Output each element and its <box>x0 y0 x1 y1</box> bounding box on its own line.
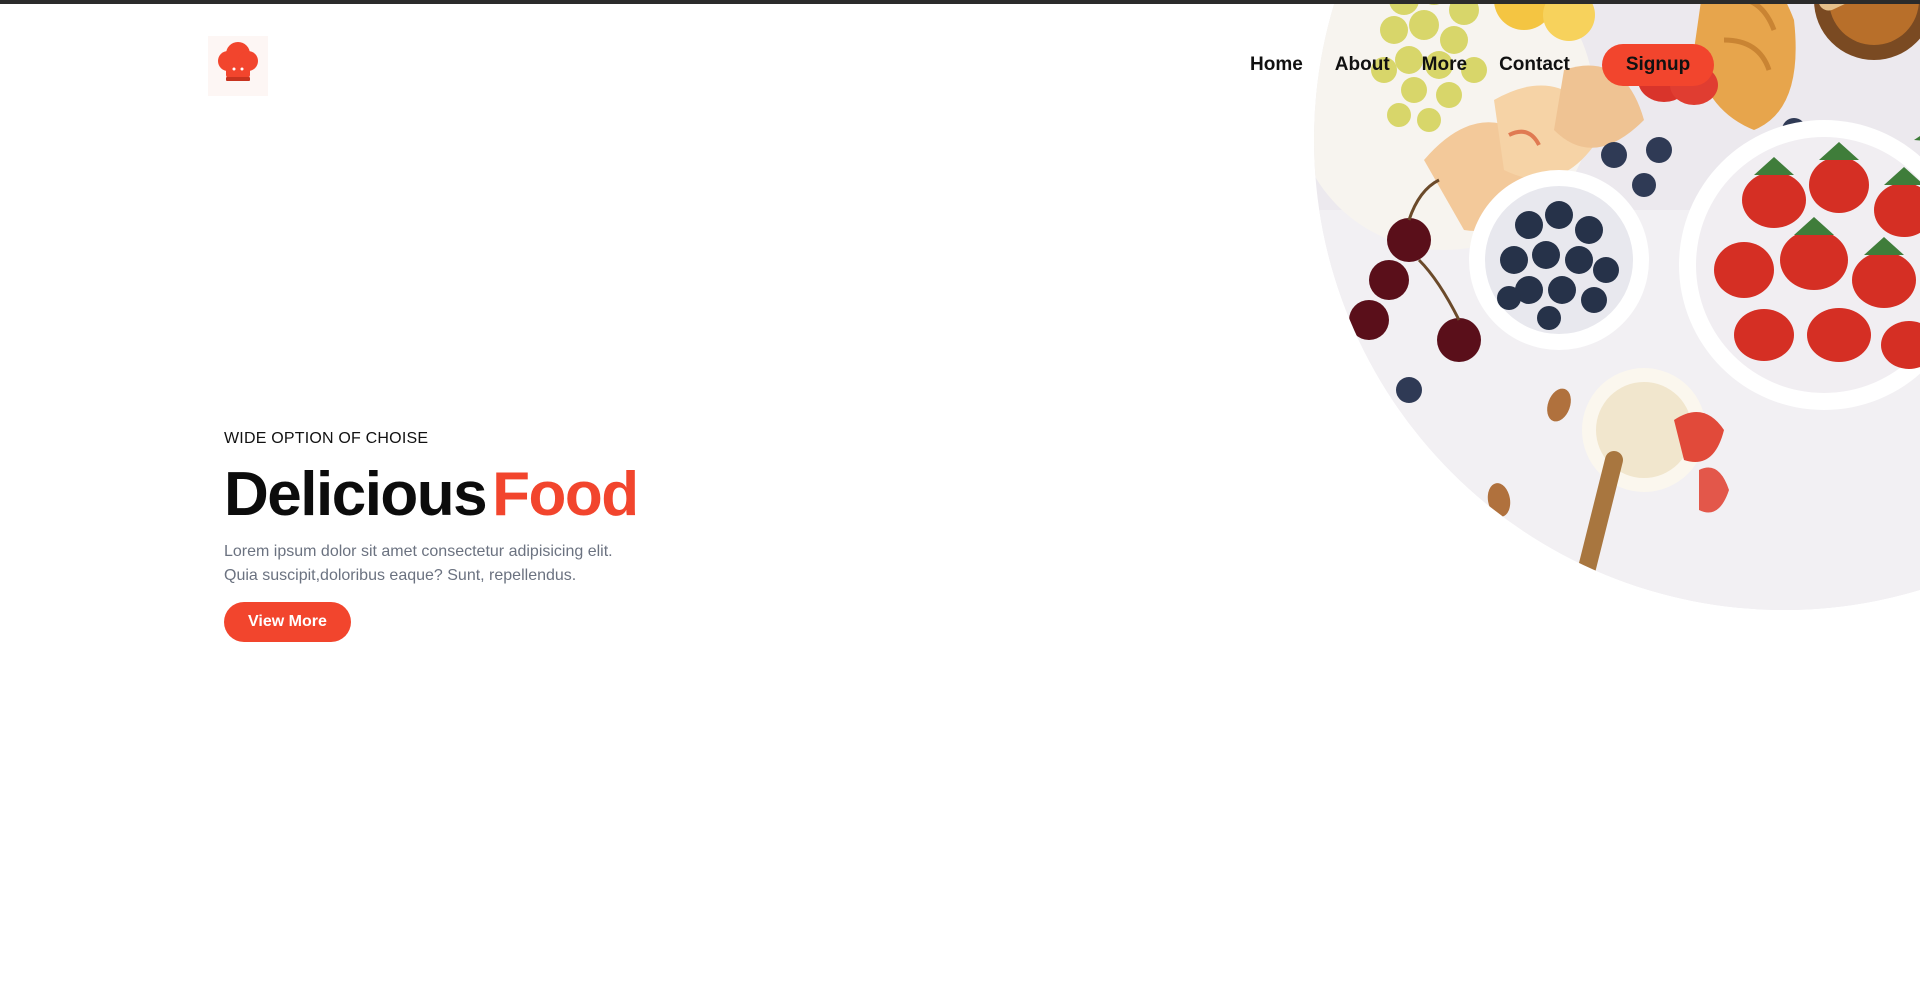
view-more-button[interactable]: View More <box>224 602 351 642</box>
chef-hat-icon[interactable] <box>208 36 268 96</box>
hero-title-part2: Food <box>492 460 639 529</box>
nav-more[interactable]: More <box>1422 54 1467 76</box>
landing-page: Home About More Contact Signup WIDE OPTI… <box>0 0 1920 996</box>
nav-about[interactable]: About <box>1335 54 1390 76</box>
hero-eyebrow: WIDE OPTION OF CHOISE <box>224 430 429 447</box>
nav-home[interactable]: Home <box>1250 54 1303 76</box>
signup-button[interactable]: Signup <box>1601 44 1715 86</box>
hero-section: WIDE OPTION OF CHOISE DeliciousFood Lore… <box>224 430 644 642</box>
hero-description: Lorem ipsum dolor sit amet consectetur a… <box>224 543 613 584</box>
nav-contact[interactable]: Contact <box>1499 54 1570 76</box>
hero-title: DeliciousFood <box>224 460 644 530</box>
hero-title-part1: Delicious <box>224 460 488 529</box>
main-nav: Home About More Contact Signup <box>1250 44 1715 86</box>
top-border <box>0 0 1920 4</box>
hero-food-image <box>1314 0 1920 610</box>
